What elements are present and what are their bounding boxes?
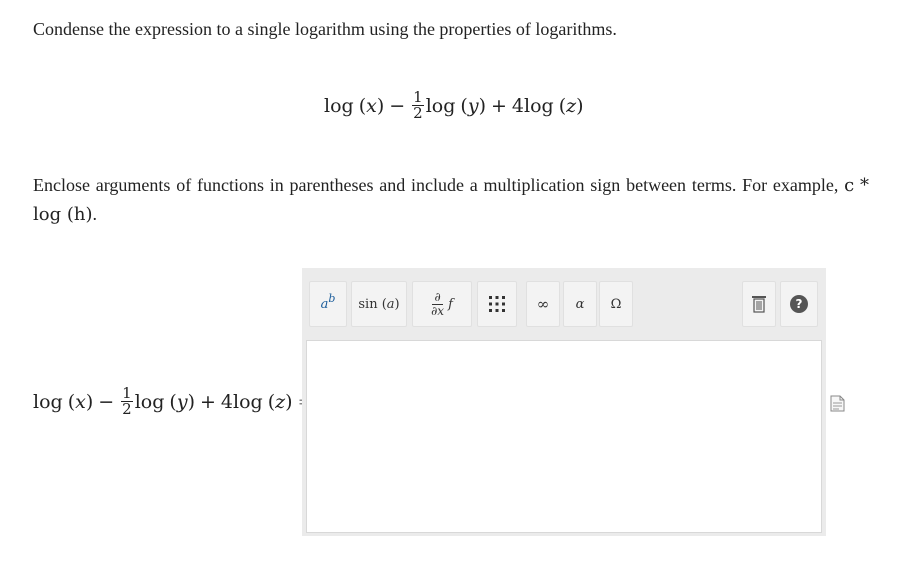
derivative-button[interactable]: ∂ ∂x f — [412, 281, 472, 327]
alpha-button[interactable]: α — [563, 281, 597, 327]
lhs-half-fraction: 12 — [121, 384, 133, 418]
format-note: Enclose arguments of functions in parent… — [33, 175, 870, 225]
answer-input[interactable] — [306, 340, 822, 533]
answer-lhs-expression: log(x) − 12 log(y) + 4log(z) = — [33, 386, 313, 417]
help-button[interactable]: ? — [780, 281, 818, 327]
example-star: * — [860, 175, 870, 196]
log-y-arg: y — [467, 94, 479, 117]
omega-button[interactable]: Ω — [599, 281, 633, 327]
minus-op: − — [389, 94, 406, 117]
example-log: log — [33, 204, 62, 225]
math-toolbar: ab sin (a) ∂ ∂x f ∞ α Ω ? — [302, 268, 826, 336]
example-arg: h — [73, 204, 86, 225]
help-icon: ? — [790, 295, 808, 313]
trash-icon[interactable] — [742, 281, 776, 327]
matrix-icon[interactable] — [477, 281, 517, 327]
log-x-fn: log — [324, 94, 354, 117]
plus-op: + — [490, 94, 507, 117]
question-instruction: Condense the expression to a single loga… — [33, 19, 617, 39]
sin-button[interactable]: sin (a) — [351, 281, 407, 327]
coefficient: 4 — [511, 94, 524, 117]
given-expression: log(x) − 12 log(y) + 4 log(z) — [324, 88, 584, 122]
log-z-arg: z — [566, 94, 577, 117]
log-z-fn: log — [524, 94, 554, 117]
log-x-arg: x — [366, 94, 377, 117]
math-editor: ab sin (a) ∂ ∂x f ∞ α Ω ? — [302, 268, 826, 536]
document-icon[interactable] — [830, 395, 845, 416]
example-c: c — [844, 175, 855, 196]
infinity-button[interactable]: ∞ — [526, 281, 560, 327]
format-note-text: Enclose arguments of functions in parent… — [33, 175, 839, 195]
example-period: . — [92, 204, 98, 224]
log-y-fn: log — [425, 94, 456, 117]
superscript-button[interactable]: ab — [309, 281, 347, 327]
half-fraction: 12 — [412, 88, 424, 122]
